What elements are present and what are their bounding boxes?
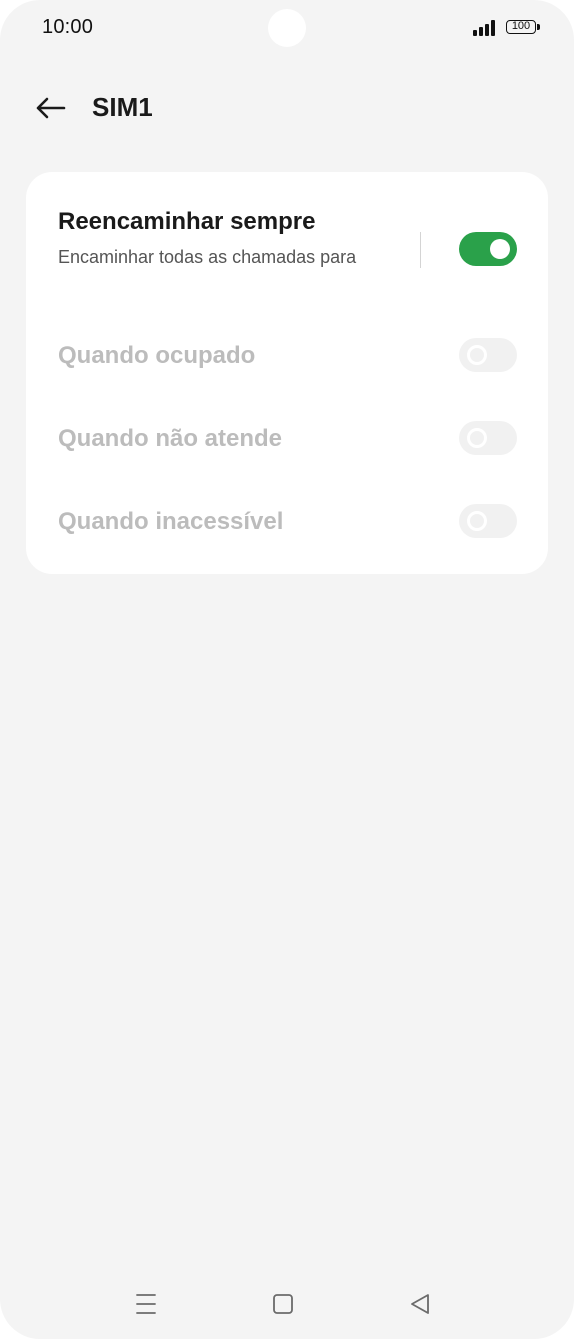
setting-label: Quando ocupado [58,342,256,369]
divider [420,232,421,268]
menu-icon[interactable] [132,1290,160,1318]
toggle-knob [490,239,510,259]
back-triangle-icon[interactable] [406,1290,434,1318]
setting-subtitle: Encaminhar todas as chamadas para [58,247,357,267]
settings-card: Reencaminhar sempre Encaminhar todas as … [26,172,548,574]
setting-when-unreachable: Quando inacessível [26,488,548,568]
when-busy-toggle [459,338,517,372]
front-camera [268,9,306,47]
phone-screen: 10:00 100 SIM1 Reencaminhar sempre Encam… [0,0,574,1339]
toggle-knob [467,428,487,448]
back-button[interactable] [28,86,72,130]
status-time: 10:00 [42,16,94,38]
toggle-knob [467,345,487,365]
toggle-knob [467,511,487,531]
status-bar: 10:00 100 [0,0,574,60]
home-icon[interactable] [269,1290,297,1318]
battery-icon: 100 [506,20,536,34]
arrow-left-icon [36,97,66,119]
setting-when-busy: Quando ocupado [26,322,548,402]
battery-tip [537,24,540,30]
when-unreachable-toggle [459,504,517,538]
setting-forward-always[interactable]: Reencaminhar sempre Encaminhar todas as … [26,172,548,322]
setting-label: Quando inacessível [58,508,284,535]
battery-level: 100 [511,20,531,32]
when-no-answer-toggle [459,421,517,455]
setting-when-no-answer: Quando não atende [26,405,548,485]
signal-icon [473,20,497,36]
setting-label: Quando não atende [58,425,283,452]
setting-title: Reencaminhar sempre [58,208,316,235]
forward-always-toggle[interactable] [459,232,517,266]
page-title: SIM1 [92,92,153,122]
